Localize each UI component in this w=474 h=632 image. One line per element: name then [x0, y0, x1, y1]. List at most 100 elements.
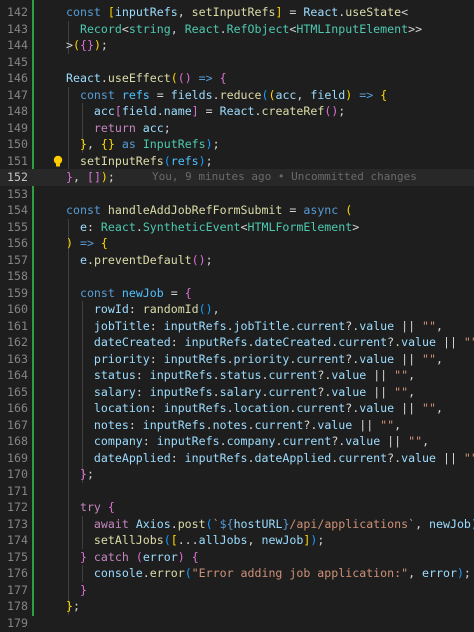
- code-text[interactable]: company: inputRefs.company.current?.valu…: [66, 433, 429, 450]
- line-number[interactable]: 153: [0, 186, 28, 203]
- code-text[interactable]: e: React.SyntheticEvent<HTMLFormElement>: [66, 219, 359, 236]
- line-number[interactable]: 171: [0, 483, 28, 500]
- code-text[interactable]: >({});: [66, 37, 108, 54]
- line-number[interactable]: 159: [0, 285, 28, 302]
- code-text[interactable]: acc[field.name] = React.createRef();: [66, 103, 345, 120]
- code-text[interactable]: e.preventDefault();: [66, 252, 213, 269]
- line-number[interactable]: 149: [0, 120, 28, 137]
- code-text[interactable]: };: [66, 598, 80, 615]
- code-text[interactable]: const handleAddJobRefFormSubmit = async …: [66, 202, 352, 219]
- line-number[interactable]: 152: [0, 169, 28, 186]
- code-line-156[interactable]: 156 ) => {: [0, 235, 474, 252]
- code-line-166[interactable]: 166 location: inputRefs.location.current…: [0, 400, 474, 417]
- code-text[interactable]: await Axios.post(`${hostURL}/api/applica…: [66, 516, 474, 533]
- code-text[interactable]: }: [66, 582, 87, 599]
- code-text[interactable]: priority: inputRefs.priority.current?.va…: [66, 351, 443, 368]
- code-line-154[interactable]: 154 const handleAddJobRefFormSubmit = asy…: [0, 202, 474, 219]
- line-number[interactable]: 161: [0, 318, 28, 335]
- code-text[interactable]: try {: [66, 499, 115, 516]
- code-line-148[interactable]: 148 acc[field.name] = React.createRef();: [0, 103, 474, 120]
- code-text[interactable]: jobTitle: inputRefs.jobTitle.current?.va…: [66, 318, 443, 335]
- code-line-153[interactable]: 153: [0, 186, 474, 203]
- line-number[interactable]: 160: [0, 301, 28, 318]
- code-line-161[interactable]: 161 jobTitle: inputRefs.jobTitle.current…: [0, 318, 474, 335]
- code-line-142[interactable]: 142 const [inputRefs, setInputRefs] = Rea…: [0, 4, 474, 21]
- code-line-175[interactable]: 175 } catch (error) {: [0, 549, 474, 566]
- line-number[interactable]: 146: [0, 70, 28, 87]
- line-number[interactable]: 144: [0, 37, 28, 54]
- code-line-146[interactable]: 146 React.useEffect(() => {: [0, 70, 474, 87]
- code-line-170[interactable]: 170 };: [0, 466, 474, 483]
- line-number[interactable]: 148: [0, 103, 28, 120]
- code-line-144[interactable]: 144 >({});: [0, 37, 474, 54]
- code-text[interactable]: setAllJobs([...allJobs, newJob]);: [66, 532, 324, 549]
- code-text[interactable]: };: [66, 466, 94, 483]
- code-text[interactable]: ) => {: [66, 235, 108, 252]
- code-text[interactable]: React.useEffect(() => {: [66, 70, 227, 87]
- code-text[interactable]: status: inputRefs.status.current?.value …: [66, 367, 415, 384]
- code-line-143[interactable]: 143 Record<string, React.RefObject<HTMLI…: [0, 21, 474, 38]
- line-number[interactable]: 179: [0, 615, 28, 632]
- line-number[interactable]: 156: [0, 235, 28, 252]
- code-text[interactable]: notes: inputRefs.notes.current?.value ||…: [66, 417, 401, 434]
- line-number[interactable]: 165: [0, 384, 28, 401]
- code-line-168[interactable]: 168 company: inputRefs.company.current?.…: [0, 433, 474, 450]
- code-line-150[interactable]: 150 }, {} as InputRefs);: [0, 136, 474, 153]
- line-number[interactable]: 176: [0, 565, 28, 582]
- line-number[interactable]: 158: [0, 268, 28, 285]
- code-line-177[interactable]: 177 }: [0, 582, 474, 599]
- line-number[interactable]: 169: [0, 450, 28, 467]
- code-line-171[interactable]: 171: [0, 483, 474, 500]
- line-number[interactable]: 142: [0, 4, 28, 21]
- code-line-151[interactable]: 151 setInputRefs(refs);: [0, 153, 474, 170]
- code-editor[interactable]: 142 const [inputRefs, setInputRefs] = Rea…: [0, 0, 474, 632]
- code-line-174[interactable]: 174 setAllJobs([...allJobs, newJob]);: [0, 532, 474, 549]
- code-text[interactable]: return acc;: [66, 120, 171, 137]
- line-number[interactable]: 170: [0, 466, 28, 483]
- line-number[interactable]: 163: [0, 351, 28, 368]
- code-text[interactable]: } catch (error) {: [66, 549, 199, 566]
- code-text[interactable]: dateCreated: inputRefs.dateCreated.curre…: [66, 334, 474, 351]
- line-number[interactable]: 145: [0, 54, 28, 71]
- line-number[interactable]: 177: [0, 582, 28, 599]
- code-text[interactable]: dateApplied: inputRefs.dateApplied.curre…: [66, 450, 474, 467]
- line-number[interactable]: 174: [0, 532, 28, 549]
- code-line-169[interactable]: 169 dateApplied: inputRefs.dateApplied.c…: [0, 450, 474, 467]
- code-line-162[interactable]: 162 dateCreated: inputRefs.dateCreated.c…: [0, 334, 474, 351]
- code-line-179[interactable]: 179: [0, 615, 474, 632]
- line-number[interactable]: 173: [0, 516, 28, 533]
- code-line-167[interactable]: 167 notes: inputRefs.notes.current?.valu…: [0, 417, 474, 434]
- line-number[interactable]: 166: [0, 400, 28, 417]
- line-number[interactable]: 147: [0, 87, 28, 104]
- line-number[interactable]: 151: [0, 153, 28, 170]
- code-line-164[interactable]: 164 status: inputRefs.status.current?.va…: [0, 367, 474, 384]
- code-line-165[interactable]: 165 salary: inputRefs.salary.current?.va…: [0, 384, 474, 401]
- line-number[interactable]: 178: [0, 598, 28, 615]
- line-number[interactable]: 162: [0, 334, 28, 351]
- code-line-173[interactable]: 173 await Axios.post(`${hostURL}/api/app…: [0, 516, 474, 533]
- code-line-147[interactable]: 147 const refs = fields.reduce((acc, fie…: [0, 87, 474, 104]
- code-line-155[interactable]: 155 e: React.SyntheticEvent<HTMLFormElem…: [0, 219, 474, 236]
- code-text[interactable]: console.error("Error adding job applicat…: [66, 565, 471, 582]
- code-text[interactable]: Record<string, React.RefObject<HTMLInput…: [66, 21, 422, 38]
- line-number[interactable]: 155: [0, 219, 28, 236]
- code-text[interactable]: rowId: randomId(),: [66, 301, 220, 318]
- code-line-163[interactable]: 163 priority: inputRefs.priority.current…: [0, 351, 474, 368]
- code-text[interactable]: const newJob = {: [66, 285, 192, 302]
- line-number[interactable]: 157: [0, 252, 28, 269]
- code-line-159[interactable]: 159 const newJob = {: [0, 285, 474, 302]
- code-text[interactable]: location: inputRefs.location.current?.va…: [66, 400, 443, 417]
- line-number[interactable]: 175: [0, 549, 28, 566]
- code-line-160[interactable]: 160 rowId: randomId(),: [0, 301, 474, 318]
- code-text[interactable]: }, []);: [66, 169, 115, 186]
- line-number[interactable]: 164: [0, 367, 28, 384]
- code-line-172[interactable]: 172 try {: [0, 499, 474, 516]
- code-line-152[interactable]: 152}, []); You, 9 minutes ago • Uncommitt…: [0, 169, 474, 186]
- lightbulb-icon[interactable]: [52, 155, 64, 168]
- line-number[interactable]: 168: [0, 433, 28, 450]
- line-number[interactable]: 167: [0, 417, 28, 434]
- code-line-145[interactable]: 145: [0, 54, 474, 71]
- code-text[interactable]: }, {} as InputRefs);: [66, 136, 220, 153]
- code-text[interactable]: salary: inputRefs.salary.current?.value …: [66, 384, 415, 401]
- line-number[interactable]: 150: [0, 136, 28, 153]
